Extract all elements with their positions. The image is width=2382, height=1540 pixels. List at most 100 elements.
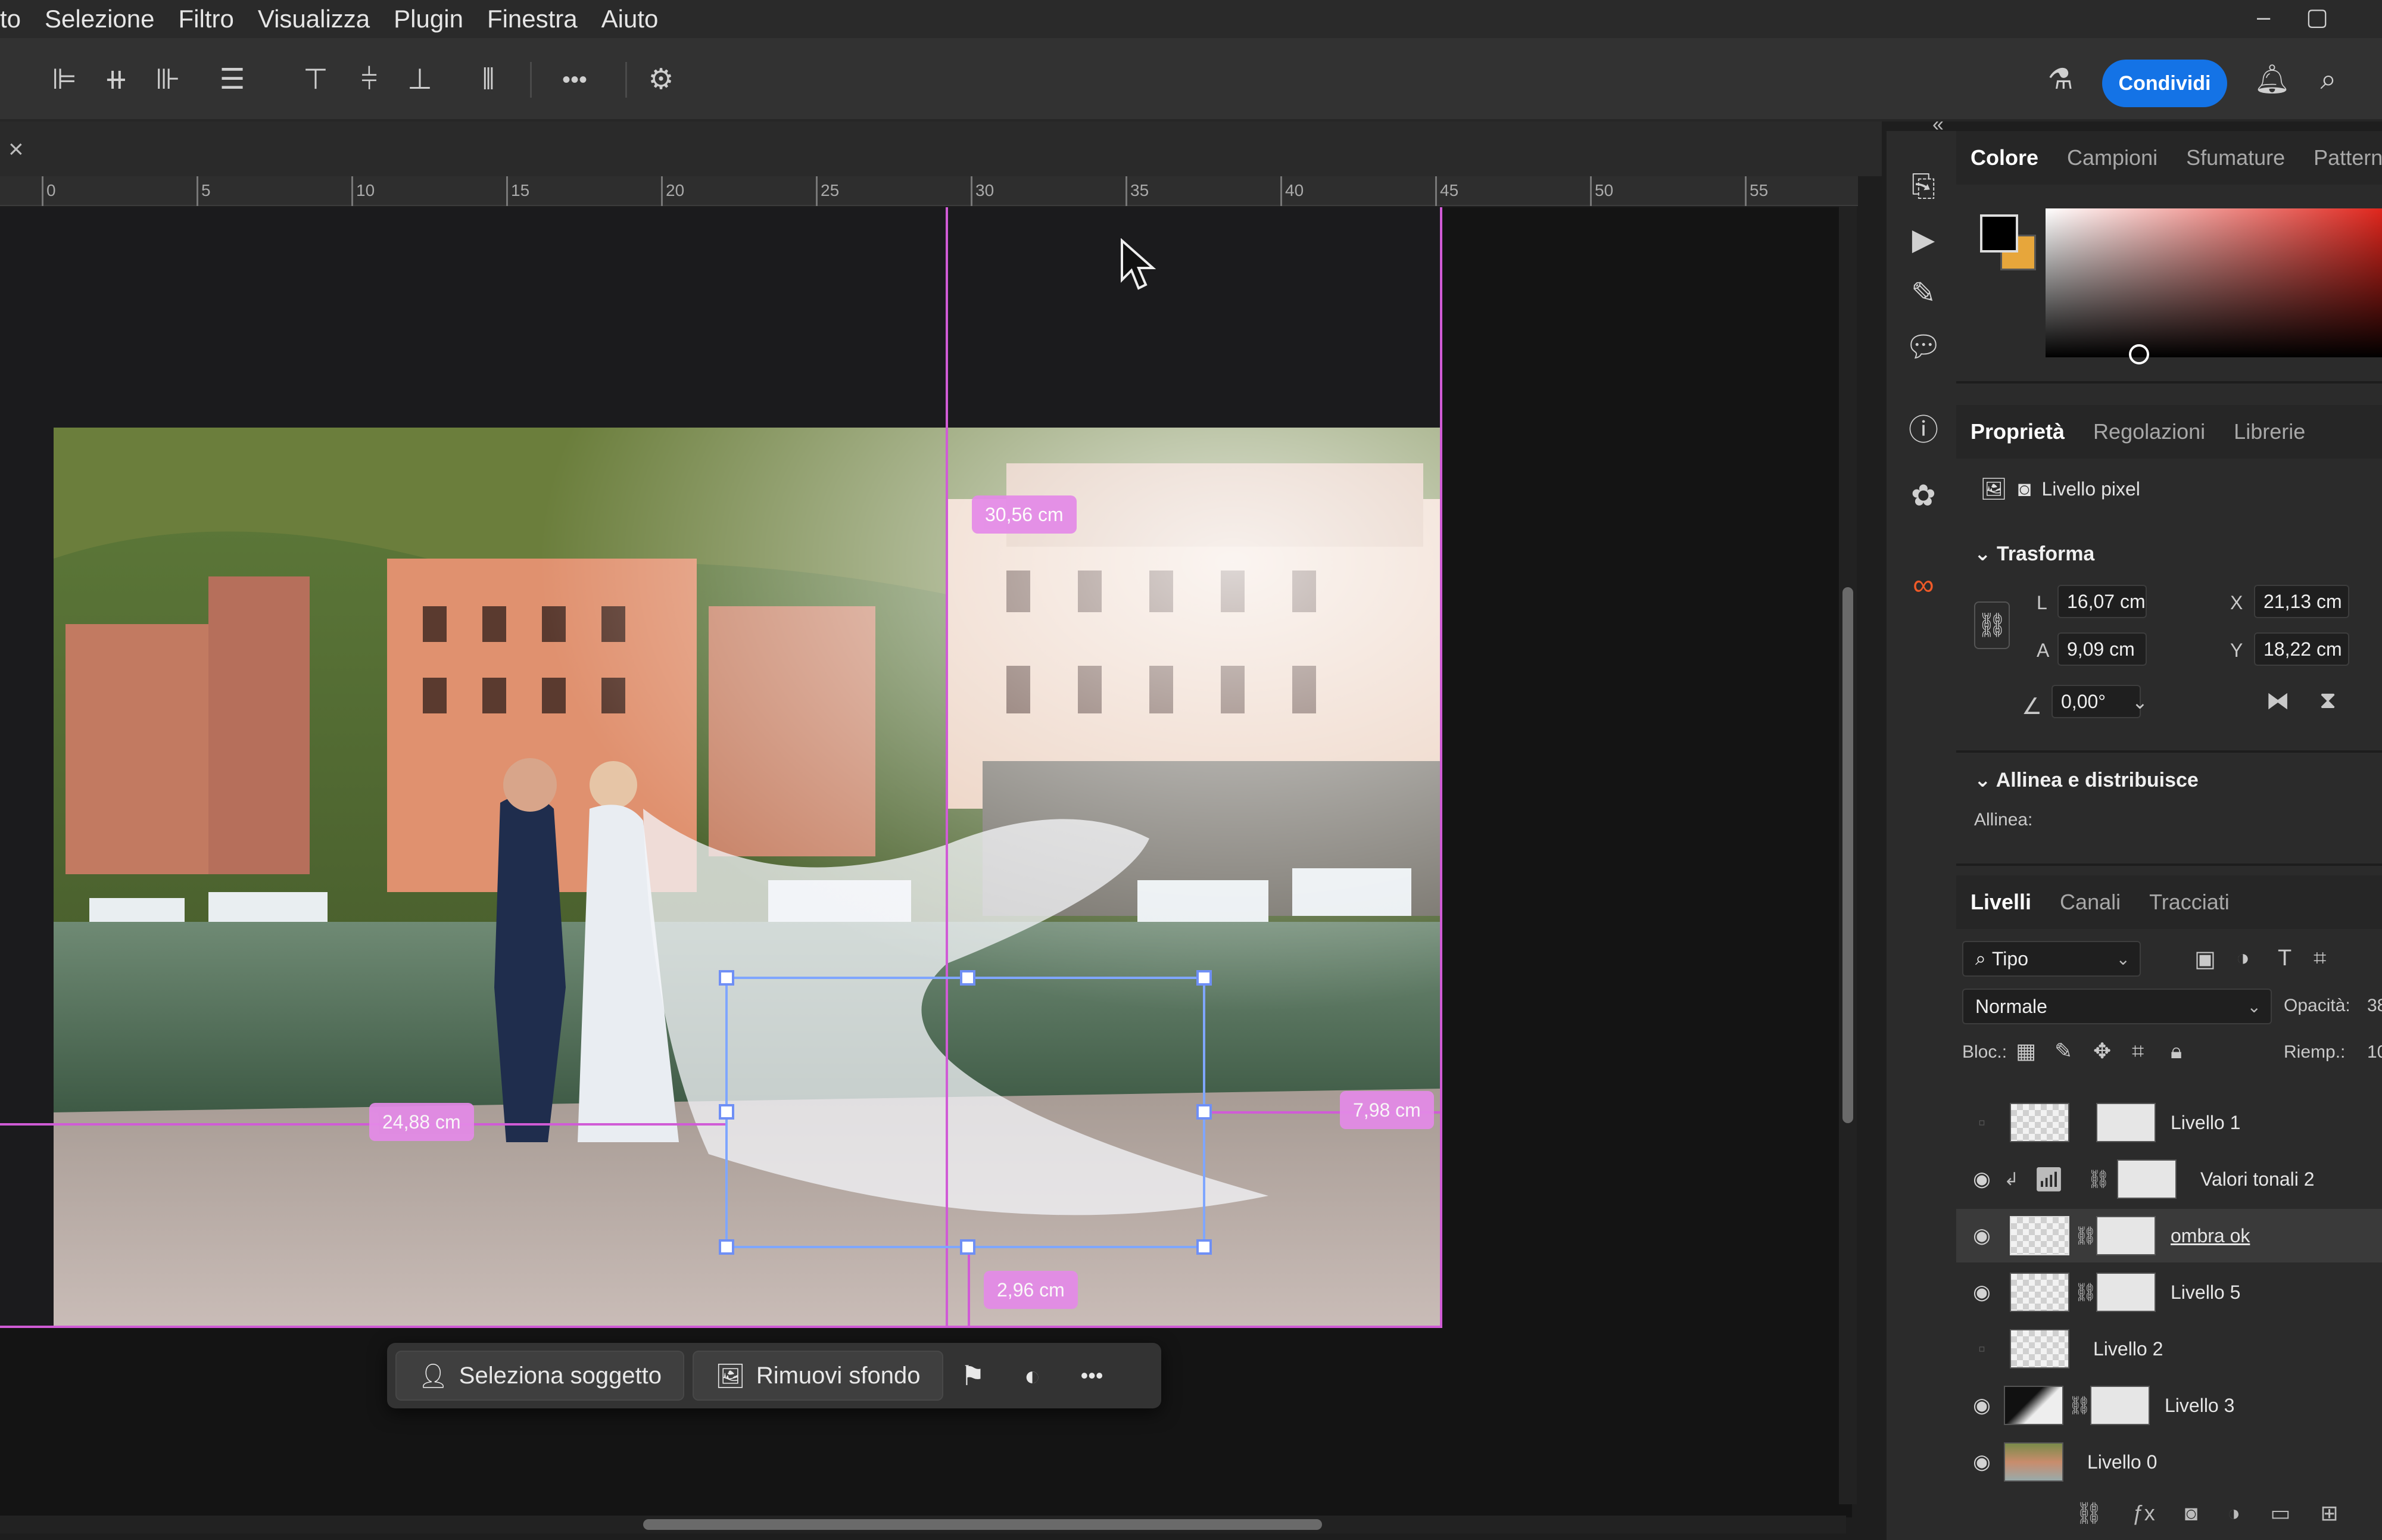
color-picker-cursor[interactable] (2129, 344, 2149, 364)
minimize-icon[interactable]: – (2257, 4, 2306, 30)
horizontal-scrollbar[interactable] (0, 1516, 1846, 1533)
transform-handle-left[interactable] (719, 1104, 734, 1120)
link-dimensions-icon[interactable]: ⛓ (1974, 601, 2010, 649)
add-mask-icon[interactable]: ◙ (2185, 1501, 2198, 1525)
fill-value[interactable]: 10 (2367, 1042, 2382, 1062)
align-left-icon[interactable]: ⊫ (46, 62, 82, 98)
pin-icon[interactable]: ⚑ (943, 1360, 1003, 1392)
layer-filter-dropdown[interactable]: ⌕ Tipo ⌄ (1962, 941, 2141, 977)
transform-handle-top-left[interactable] (719, 970, 734, 986)
eye-icon[interactable]: ◉ (1967, 1450, 1997, 1474)
play-action-icon[interactable]: ▶ (1904, 220, 1943, 258)
eye-icon[interactable]: ◉ (1967, 1394, 1997, 1417)
tab-libraries[interactable]: Librerie (2219, 419, 2319, 444)
maximize-icon[interactable]: ▢ (2306, 4, 2364, 30)
blend-mode-dropdown[interactable]: Normale ⌄ (1962, 989, 2272, 1024)
comment-icon[interactable]: 💬︎ (1904, 328, 1943, 366)
align-bottom-icon[interactable]: ⊥ (402, 62, 438, 98)
tab-layers[interactable]: Livelli (1956, 890, 2046, 915)
menu-item-filter[interactable]: Filtro (179, 5, 234, 33)
tab-patterns[interactable]: Pattern (2299, 145, 2382, 170)
height-field[interactable]: 9,09 cm (2057, 632, 2147, 666)
menu-item-file[interactable]: to (0, 5, 21, 33)
eye-icon[interactable]: ◉ (1967, 1167, 1997, 1191)
layer-row-selected[interactable]: ◉ ⛓ ombra ok (1956, 1209, 2382, 1262)
flip-horizontal-icon[interactable]: ⧓ (2266, 687, 2290, 715)
y-field[interactable]: 18,22 cm (2254, 632, 2349, 666)
transform-handle-top-right[interactable] (1196, 970, 1212, 986)
link-layers-icon[interactable]: ⛓ (2075, 1501, 2103, 1525)
remove-background-button[interactable]: 🖼︎ Rimuovi sfondo (693, 1351, 943, 1401)
align-section-title[interactable]: ⌄ Allinea e distribuisce (1974, 768, 2199, 792)
horizontal-scroll-thumb[interactable] (643, 1519, 1322, 1530)
menu-item-select[interactable]: Selezione (45, 5, 154, 33)
vertical-scroll-thumb[interactable] (1842, 587, 1853, 1123)
filter-shape-icon[interactable]: ⌗ (2314, 946, 2326, 971)
lock-all-icon[interactable]: 🔒︎ (2171, 1039, 2182, 1064)
lock-artboard-icon[interactable]: ⌗ (2132, 1039, 2144, 1064)
chevron-down-icon[interactable]: ⌄ (2132, 691, 2148, 713)
filter-pixel-icon[interactable]: ▣ (2194, 946, 2216, 972)
align-top-icon[interactable]: ⊤ (298, 62, 333, 98)
new-group-icon[interactable]: ▭ (2270, 1501, 2290, 1525)
labs-flask-icon[interactable]: ⚗ (2043, 62, 2078, 98)
layer-row[interactable]: ▫ Livello 2 (1956, 1322, 2382, 1376)
tab-channels[interactable]: Canali (2046, 890, 2135, 915)
align-middle-v-icon[interactable]: ⫩ (351, 62, 387, 98)
adjustment-icon[interactable]: ◐ (1003, 1360, 1062, 1392)
align-center-h-icon[interactable]: ⧺ (98, 62, 134, 98)
new-layer-icon[interactable]: ⊞ (2320, 1501, 2338, 1525)
menu-item-window[interactable]: Finestra (487, 5, 578, 33)
lock-position-icon[interactable]: ✥ (2093, 1039, 2111, 1064)
gear-icon[interactable]: ⚙ (643, 62, 679, 98)
layer-row[interactable]: ▫ Livello 1 (1956, 1096, 2382, 1149)
document-canvas[interactable]: 30,56 cm 24,88 cm 7,98 cm 2,96 cm (0, 207, 1442, 1328)
visibility-off-icon[interactable]: ▫ (1967, 1111, 1997, 1134)
learn-icon[interactable]: ✿ (1904, 476, 1943, 515)
share-button[interactable]: Condividi (2102, 60, 2227, 107)
transform-handle-bottom-left[interactable] (719, 1239, 734, 1255)
distribute-horizontal-icon[interactable]: ☰ (214, 62, 250, 98)
lock-transparency-icon[interactable]: ▦ (2016, 1039, 2036, 1064)
tab-swatches[interactable]: Campioni (2053, 145, 2172, 170)
layer-row[interactable]: ◉ ⛓ Livello 5 (1956, 1265, 2382, 1319)
creative-cloud-icon[interactable]: ∞ (1904, 566, 1943, 604)
tab-paths[interactable]: Tracciati (2135, 890, 2244, 915)
opacity-value[interactable]: 38 (2367, 996, 2382, 1016)
more-options-icon[interactable]: ••• (1062, 1363, 1122, 1388)
filter-type-icon[interactable]: T (2278, 946, 2291, 971)
layer-row[interactable]: ◉ ↲ 📶︎ ⛓ Valori tonali 2 (1956, 1152, 2382, 1206)
align-right-icon[interactable]: ⊪ (150, 62, 186, 98)
menu-item-plugin[interactable]: Plugin (394, 5, 463, 33)
bell-icon[interactable]: 🔔︎ (2254, 62, 2290, 98)
filter-adjustment-icon[interactable]: ◑ (2236, 946, 2250, 971)
layer-row[interactable]: ◉ Livello 0 (1956, 1435, 2382, 1489)
angle-field[interactable]: 0,00° (2051, 685, 2141, 718)
horizontal-ruler[interactable]: 0 5 10 15 20 25 30 35 40 45 50 55 (0, 176, 1858, 206)
layer-row[interactable]: ◉ ⛓ Livello 3 (1956, 1379, 2382, 1432)
canvas-area[interactable]: 30,56 cm 24,88 cm 7,98 cm 2,96 cm (0, 207, 1852, 1517)
width-field[interactable]: 16,07 cm (2057, 585, 2147, 618)
new-adjustment-icon[interactable]: ◑ (2228, 1501, 2241, 1525)
flip-vertical-icon[interactable]: ⧗ (2319, 687, 2336, 714)
eye-icon[interactable]: ◉ (1967, 1224, 1997, 1248)
tab-properties[interactable]: Proprietà (1956, 419, 2079, 444)
distribute-vertical-icon[interactable]: ⦀ (470, 62, 506, 98)
foreground-color-swatch[interactable] (1980, 214, 2018, 252)
x-field[interactable]: 21,13 cm (2254, 585, 2349, 618)
menu-item-help[interactable]: Aiuto (601, 5, 659, 33)
vertical-scrollbar[interactable] (1839, 206, 1857, 1504)
eye-icon[interactable]: ◉ (1967, 1280, 1997, 1304)
menu-item-view[interactable]: Visualizza (258, 5, 370, 33)
tab-gradients[interactable]: Sfumature (2172, 145, 2299, 170)
color-picker-field[interactable] (2046, 208, 2382, 357)
tab-color[interactable]: Colore (1956, 145, 2053, 170)
lock-pixels-icon[interactable]: ✎ (2054, 1039, 2072, 1064)
transform-handle-bottom[interactable] (960, 1239, 975, 1255)
transform-bounding-box[interactable] (719, 970, 1212, 1255)
transform-handle-top[interactable] (960, 970, 975, 986)
transform-handle-bottom-right[interactable] (1196, 1239, 1212, 1255)
history-icon[interactable]: ⎘ (1904, 167, 1943, 205)
close-icon[interactable]: × (8, 135, 24, 164)
fx-icon[interactable]: ƒx (2132, 1501, 2155, 1525)
